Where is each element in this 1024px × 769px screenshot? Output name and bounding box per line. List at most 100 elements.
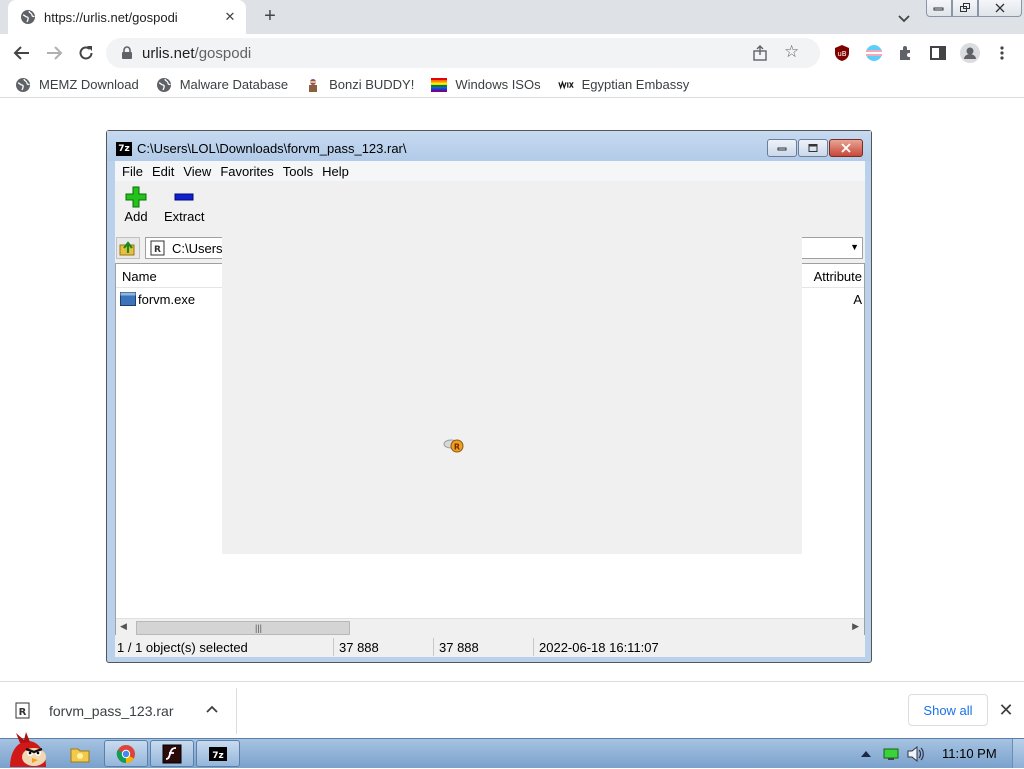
browser-toolbar: urlis.net/gospodi ☆ uB: [0, 34, 1024, 72]
7zip-window-controls: [766, 139, 863, 157]
download-shelf: R forvm_pass_123.rar Show all ✕: [0, 681, 1024, 738]
7zip-path-text: C:\Users\: [172, 240, 227, 256]
share-icon[interactable]: [752, 45, 768, 61]
bookmark-memz[interactable]: MEMZ Download: [15, 73, 139, 97]
forward-button[interactable]: [42, 41, 66, 65]
svg-text:R: R: [19, 707, 27, 718]
file-name: forvm.exe: [138, 291, 196, 307]
taskbar-clock[interactable]: 11:10 PM: [942, 746, 997, 761]
bookmark-malware-database[interactable]: Malware Database: [156, 73, 288, 97]
windows-taskbar: 7z 11:10 PM: [0, 732, 1024, 768]
reload-button[interactable]: [74, 41, 98, 65]
minimize-button[interactable]: [926, 0, 952, 17]
browser-tab[interactable]: https://urlis.net/gospodi ✕: [8, 0, 246, 34]
taskbar-chrome-button[interactable]: [104, 740, 148, 767]
tab-strip: https://urlis.net/gospodi ✕ +: [0, 0, 1024, 34]
7zip-app-icon: 7z: [116, 142, 132, 156]
reload-icon: [79, 46, 93, 60]
bookmark-label: Egyptian Embassy: [581, 77, 690, 92]
new-tab-button[interactable]: +: [258, 5, 282, 29]
address-bar[interactable]: urlis.net/gospodi ☆: [106, 38, 820, 68]
menu-favorites[interactable]: Favorites: [220, 164, 273, 179]
close-window-button[interactable]: [978, 0, 1022, 17]
network-icon[interactable]: [883, 747, 899, 761]
url-path: /gospodi: [194, 44, 252, 62]
bookmark-star-icon[interactable]: ☆: [784, 43, 802, 61]
status-modified: 2022-06-18 16:11:07: [539, 640, 659, 655]
7zip-close-button[interactable]: [829, 139, 863, 157]
file-attribute: A: [853, 292, 862, 307]
svg-text:R: R: [454, 443, 460, 452]
trans-flag-extension-icon[interactable]: [864, 43, 884, 63]
extensions-puzzle-icon[interactable]: [896, 43, 916, 63]
column-header-name[interactable]: Name: [122, 269, 157, 284]
dropdown-arrow-icon[interactable]: ▼: [850, 242, 859, 252]
blue-minus-icon: [172, 185, 196, 209]
scroll-left-icon[interactable]: ◀: [120, 621, 127, 632]
taskbar-7zip-button[interactable]: 7z: [196, 740, 240, 767]
menu-tools[interactable]: Tools: [283, 164, 313, 179]
bookmark-egyptian-embassy[interactable]: Egyptian Embassy: [557, 73, 690, 97]
show-desktop-button[interactable]: [1012, 739, 1024, 768]
chevron-up-icon[interactable]: [204, 702, 220, 718]
taskbar-explorer-button[interactable]: [58, 740, 102, 767]
horizontal-scrollbar[interactable]: ◀ ||| ▶: [116, 618, 864, 635]
taskbar-flash-button[interactable]: [150, 740, 194, 767]
ublock-icon[interactable]: uB: [832, 43, 852, 63]
svg-text:7z: 7z: [212, 751, 224, 761]
close-tab-icon[interactable]: ✕: [222, 9, 238, 25]
tab-search-icon[interactable]: [894, 8, 914, 28]
show-all-button[interactable]: Show all: [908, 694, 988, 726]
file-row[interactable]: forvm.exe: [120, 290, 195, 308]
menu-view[interactable]: View: [183, 164, 211, 179]
side-panel-icon[interactable]: [928, 43, 948, 63]
7zip-window-title: C:\Users\LOL\Downloads\forvm_pass_123.ra…: [137, 141, 407, 156]
status-divider: [333, 638, 334, 656]
lock-icon[interactable]: [120, 46, 134, 60]
7zip-status-bar: 1 / 1 object(s) selected 37 888 37 888 2…: [115, 637, 865, 657]
restore-button[interactable]: [952, 0, 978, 17]
window-controls: [926, 0, 1022, 18]
exe-file-icon: [120, 292, 136, 306]
wix-icon: [557, 77, 574, 93]
scrollbar-thumb[interactable]: |||: [136, 621, 350, 635]
bonzi-icon: [305, 77, 321, 93]
up-folder-button[interactable]: [116, 237, 140, 259]
status-packed: 37 888: [439, 640, 479, 655]
menu-file[interactable]: File: [122, 164, 143, 179]
menu-edit[interactable]: Edit: [152, 164, 174, 179]
download-filename: forvm_pass_123.rar: [49, 703, 174, 719]
volume-icon[interactable]: [906, 746, 924, 762]
close-shelf-icon[interactable]: ✕: [996, 700, 1016, 720]
folder-up-icon: [119, 241, 135, 256]
shelf-divider: [236, 688, 237, 734]
extract-button[interactable]: Extract: [164, 185, 204, 224]
back-button[interactable]: [10, 41, 34, 65]
add-button[interactable]: Add: [124, 185, 148, 224]
menu-help[interactable]: Help: [322, 164, 349, 179]
start-button-angry-bird-icon[interactable]: [4, 731, 50, 769]
browser-menu-icon[interactable]: [992, 43, 1012, 63]
column-header-attributes[interactable]: Attribute: [814, 269, 862, 284]
7zip-titlebar[interactable]: 7z C:\Users\LOL\Downloads\forvm_pass_123…: [107, 131, 871, 161]
blank-dialog-area: [222, 181, 802, 554]
status-selected: 1 / 1 object(s) selected: [117, 640, 248, 655]
tray-expand-icon[interactable]: [860, 749, 872, 759]
bookmark-bonzi-buddy[interactable]: Bonzi BUDDY!: [305, 73, 414, 97]
status-divider: [433, 638, 434, 656]
download-item[interactable]: R forvm_pass_123.rar: [14, 698, 174, 724]
rar-file-icon: R: [15, 702, 30, 719]
scroll-right-icon[interactable]: ▶: [852, 621, 859, 632]
profile-avatar-icon[interactable]: [960, 43, 980, 63]
7zip-minimize-button[interactable]: [767, 139, 797, 157]
svg-text:R: R: [154, 245, 161, 255]
rar-file-icon: R: [150, 240, 165, 256]
7zip-maximize-button[interactable]: [798, 139, 828, 157]
globe-icon: [156, 77, 172, 93]
bookmark-windows-isos[interactable]: Windows ISOs: [431, 73, 541, 97]
status-divider: [533, 638, 534, 656]
url-text: urlis.net/gospodi: [142, 45, 251, 62]
globe-icon: [15, 77, 31, 93]
bookmark-label: Malware Database: [179, 77, 289, 92]
bookmark-label: Windows ISOs: [455, 77, 541, 92]
